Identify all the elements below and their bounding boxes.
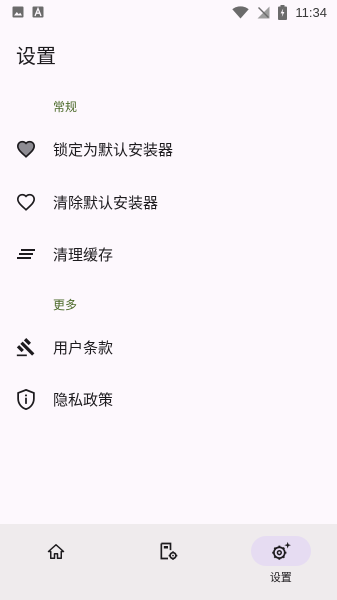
image-icon <box>12 6 24 18</box>
nav-settings[interactable]: 设置 <box>225 524 337 600</box>
privacy-policy-label: 隐私政策 <box>53 390 114 409</box>
nav-home[interactable] <box>0 524 112 600</box>
status-time: 11:34 <box>295 4 327 20</box>
page-title: 设置 <box>16 44 56 68</box>
clear-cache-item[interactable]: 清理缓存 <box>0 228 337 280</box>
clear-cache-label: 清理缓存 <box>53 245 114 264</box>
nav-apps[interactable] <box>112 524 224 600</box>
status-right: 11:34 <box>232 4 327 20</box>
user-terms-item[interactable]: 用户条款 <box>0 321 337 373</box>
battery-charging-icon <box>278 4 288 20</box>
status-bar: 11:34 <box>0 0 337 24</box>
wifi-icon <box>232 5 250 18</box>
bottom-nav: 设置 <box>0 524 337 600</box>
nav-settings-pill <box>250 536 311 566</box>
settings-sparkle-icon <box>272 541 291 560</box>
heart-filled-icon <box>15 138 37 160</box>
font-a-icon <box>32 6 44 18</box>
section-header-general: 常规 <box>53 100 78 114</box>
clear-all-icon <box>15 243 37 265</box>
nav-settings-label: 设置 <box>269 571 292 584</box>
package-settings-icon <box>160 542 178 560</box>
clear-default-installer-item[interactable]: 清除默认安装器 <box>0 176 337 228</box>
privacy-policy-item[interactable]: 隐私政策 <box>0 373 337 425</box>
nav-home-pill <box>26 536 86 566</box>
lock-default-installer-item[interactable]: 锁定为默认安装器 <box>0 123 337 175</box>
user-terms-label: 用户条款 <box>53 338 114 357</box>
status-left <box>12 6 44 18</box>
privacy-shield-icon <box>15 388 37 410</box>
heart-outline-icon <box>15 191 37 213</box>
section-header-more: 更多 <box>53 298 78 312</box>
gavel-icon <box>15 336 37 358</box>
nav-apps-pill <box>138 536 198 566</box>
home-icon <box>47 543 65 559</box>
lock-default-installer-label: 锁定为默认安装器 <box>53 140 174 159</box>
no-signal-icon <box>257 6 270 18</box>
clear-default-installer-label: 清除默认安装器 <box>53 193 159 212</box>
